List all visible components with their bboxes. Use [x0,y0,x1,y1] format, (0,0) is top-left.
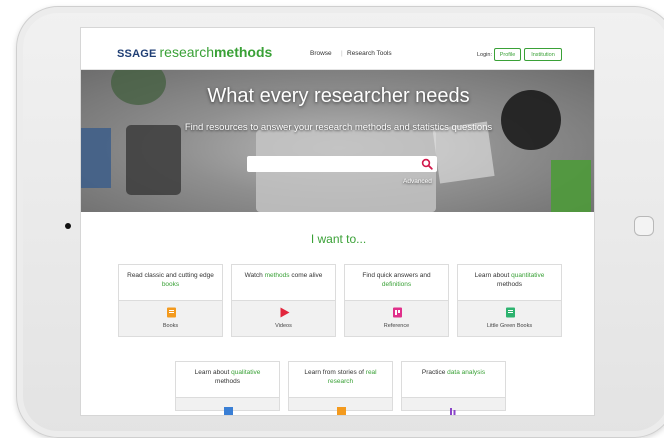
reference-icon [393,307,402,318]
site-header: SSAGE researchmethods Browse | Research T… [81,28,594,70]
hero-photo-book [81,128,111,188]
home-button[interactable] [634,216,654,236]
profile-login-button[interactable]: Profile [494,48,521,61]
card-label-books: Books [162,323,179,329]
card-reference[interactable]: Find quick answers and definitions Refer… [344,264,449,337]
search-input[interactable] [247,156,437,172]
card-label-reference: Reference [383,323,410,329]
card-description[interactable]: Watch methods come alive [231,264,336,300]
doc-icon [224,407,233,415]
card-description[interactable]: Practice data analysis [401,361,506,397]
card-label-videos: Videos [275,323,292,329]
hero-photo-tablet [126,125,181,195]
advanced-search-link[interactable]: Advanced [403,178,432,185]
hero-photo-green-book [551,160,591,212]
login-label: Login: [477,52,492,58]
section-title: I want to... [310,232,367,246]
play-icon [280,307,290,318]
site-logo[interactable]: SSAGE researchmethods [117,44,272,60]
card-description[interactable]: Learn about qualitative methods [175,361,280,397]
card-description[interactable]: Find quick answers and definitions [344,264,449,300]
hero-title: What every researcher needs [207,85,470,107]
card-description[interactable]: Learn from stories of real research [288,361,393,397]
green-book-icon [506,307,515,318]
chart-icon [450,408,456,415]
camera-icon [65,223,71,229]
search-icon[interactable] [421,158,433,170]
nav-research-tools[interactable]: Research Tools [347,50,392,57]
card-description[interactable]: Learn about quantitative methods [457,264,562,300]
institution-login-button[interactable]: Institution [524,48,562,61]
nav-browse[interactable]: Browse [310,50,332,57]
card-qualitative[interactable]: Learn about qualitative methods [175,361,280,415]
browser-screen: SSAGE researchmethods Browse | Research T… [80,27,595,416]
card-books[interactable]: Read classic and cutting edge books Book… [118,264,223,337]
hero-subtitle: Find resources to answer your research m… [184,122,493,133]
card-real-research[interactable]: Learn from stories of real research [288,361,393,415]
book-icon [167,307,176,318]
card-data-analysis[interactable]: Practice data analysis [401,361,506,415]
nav-divider: | [341,50,343,57]
card-label-little-green-books: Little Green Books [486,323,533,329]
card-little-green-books[interactable]: Learn about quantitative methods Little … [457,264,562,337]
case-icon [337,407,346,415]
sage-logo: SSAGE [117,48,157,60]
card-description[interactable]: Read classic and cutting edge books [118,264,223,300]
hero-banner: What every researcher needs Find resourc… [81,70,594,212]
card-videos[interactable]: Watch methods come alive Videos [231,264,336,337]
